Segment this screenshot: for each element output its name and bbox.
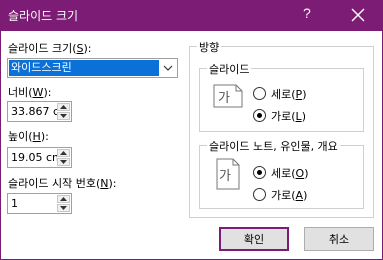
landscape-page-icon: 가 — [213, 84, 243, 108]
start-number-spin-down[interactable] — [57, 204, 70, 212]
slide-size-label: 슬라이드 크기(S): — [8, 42, 92, 55]
notes-orientation-title: 슬라이드 노트, 유인물, 개요 — [207, 138, 340, 154]
window-border-left — [0, 31, 1, 260]
width-label: 너비(W): — [8, 86, 52, 99]
orientation-group-title: 방향 — [197, 39, 222, 55]
slides-orientation-title: 슬라이드 — [207, 61, 252, 77]
slide-size-dropdown[interactable]: 와이드스크린 — [7, 58, 178, 78]
height-label: 높이(H): — [8, 130, 49, 143]
window-title: 슬라이드 크기 — [8, 9, 79, 23]
cancel-button[interactable]: 취소 — [304, 227, 374, 251]
arrow-down-icon — [60, 114, 67, 118]
notes-landscape-label[interactable]: 가로(A) — [271, 187, 307, 203]
notes-landscape-radio[interactable] — [253, 188, 266, 201]
chevron-down-icon — [163, 65, 173, 71]
arrow-down-icon — [60, 206, 67, 210]
start-number-spinner[interactable]: 1 — [7, 193, 72, 214]
width-spin-up[interactable] — [57, 103, 70, 111]
width-input[interactable]: 33.867 cm — [11, 105, 57, 118]
ok-button[interactable]: 확인 — [219, 227, 289, 251]
dropdown-button[interactable] — [160, 60, 176, 76]
slides-portrait-label[interactable]: 세로(P) — [271, 86, 306, 102]
start-number-spin-up[interactable] — [57, 195, 70, 203]
height-input[interactable]: 19.05 cm — [11, 151, 57, 164]
width-spin-down[interactable] — [57, 112, 70, 120]
arrow-up-icon — [60, 151, 67, 155]
portrait-page-icon: 가 — [216, 158, 240, 190]
portrait-icon-glyph: 가 — [219, 169, 231, 184]
slide-size-selected: 와이드스크린 — [9, 60, 159, 76]
help-button[interactable]: ? — [303, 5, 311, 21]
height-spin-up[interactable] — [57, 149, 70, 157]
height-spin-down[interactable] — [57, 158, 70, 166]
title-bar: 슬라이드 크기 ? — [0, 0, 383, 31]
slides-landscape-radio[interactable] — [253, 109, 266, 122]
notes-portrait-radio[interactable] — [253, 166, 266, 179]
close-icon[interactable] — [349, 6, 367, 24]
arrow-up-icon — [60, 105, 67, 109]
arrow-down-icon — [60, 160, 67, 164]
start-number-label: 슬라이드 시작 번호(N): — [8, 177, 117, 190]
notes-portrait-label[interactable]: 세로(O) — [271, 165, 309, 181]
slides-portrait-radio[interactable] — [253, 87, 266, 100]
landscape-icon-glyph: 가 — [218, 91, 230, 106]
height-spinner[interactable]: 19.05 cm — [7, 147, 72, 168]
arrow-up-icon — [60, 197, 67, 201]
width-spinner[interactable]: 33.867 cm — [7, 101, 72, 122]
slides-landscape-label[interactable]: 가로(L) — [271, 108, 306, 124]
start-number-input[interactable]: 1 — [11, 197, 57, 210]
